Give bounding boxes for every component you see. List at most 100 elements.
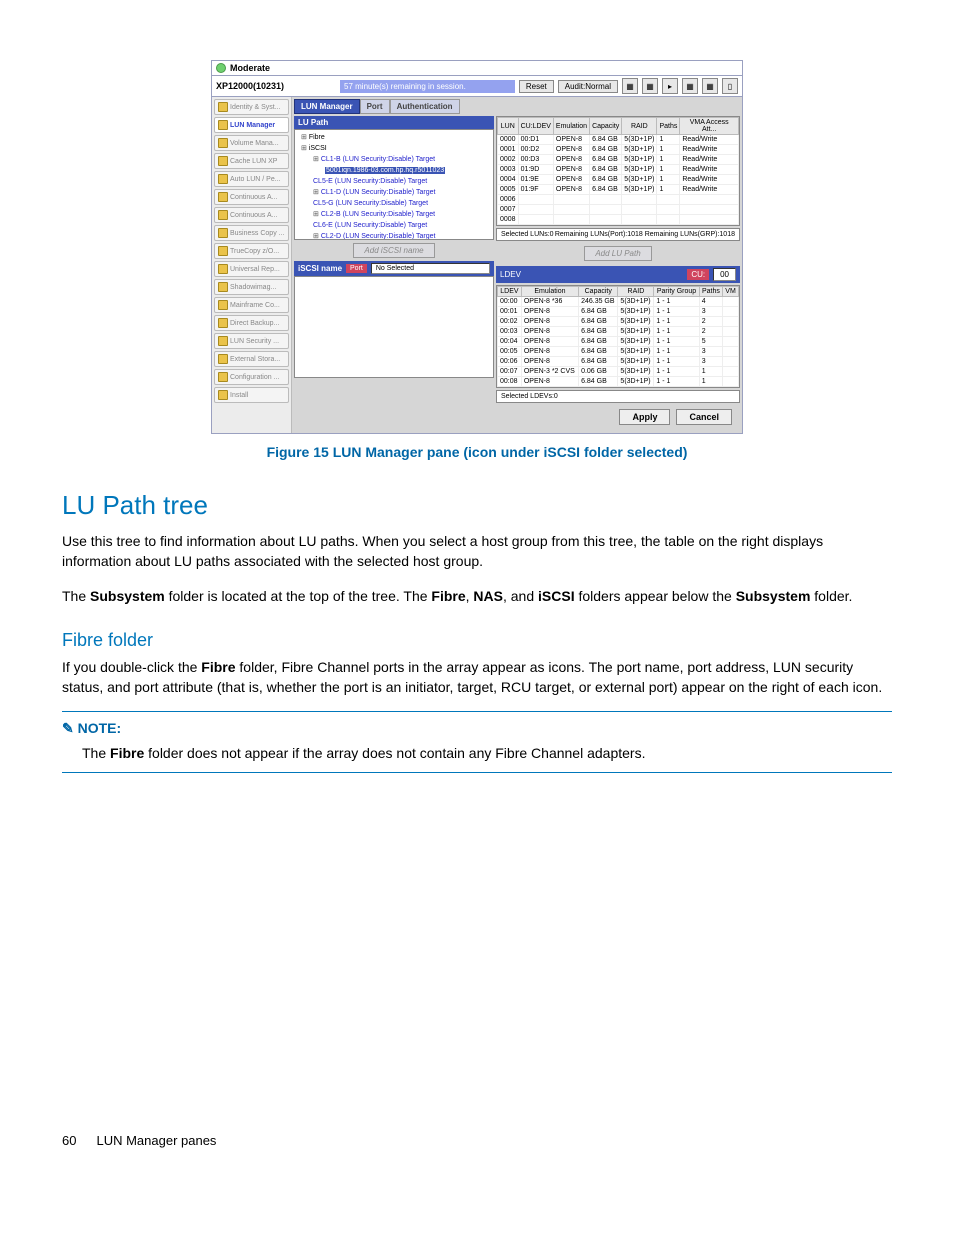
tree-item[interactable]: ⊞ CL2-D (LUN Security:Disable) Target <box>297 231 491 240</box>
nav-item-0[interactable]: Identity & Syst... <box>214 99 289 115</box>
nav-item-4[interactable]: Auto LUN / Pe... <box>214 171 289 187</box>
lun-table[interactable]: LUNCU:LDEVEmulationCapacityRAIDPathsVMA … <box>496 116 740 226</box>
ldev-table[interactable]: LDEVEmulationCapacityRAIDParity GroupPat… <box>496 285 740 388</box>
nav-item-13[interactable]: LUN Security ... <box>214 333 289 349</box>
table-row[interactable]: 0008 <box>498 215 739 225</box>
add-iscsi-name-button[interactable]: Add iSCSI name <box>353 243 434 258</box>
tab-lun-manager[interactable]: LUN Manager <box>294 99 360 114</box>
nav-item-8[interactable]: TrueCopy z/O... <box>214 243 289 259</box>
tool-icon-6[interactable]: ▯ <box>722 78 738 94</box>
nav-label: Continuous A... <box>230 194 277 201</box>
table-row[interactable]: 0006 <box>498 195 739 205</box>
nav-item-6[interactable]: Continuous A... <box>214 207 289 223</box>
col-header[interactable]: Capacity <box>590 118 622 135</box>
col-header[interactable]: VM <box>723 287 739 297</box>
col-header[interactable]: LUN <box>498 118 519 135</box>
col-header[interactable]: Emulation <box>521 287 578 297</box>
nav-icon <box>218 390 228 400</box>
tree-item[interactable]: 5001iqn.1986-03.com.hp.hq.r5011023 <box>297 165 491 176</box>
table-row[interactable]: 00:00OPEN-8 *36246.35 GB5(3D+1P)1 - 14 <box>498 297 739 307</box>
cu-select[interactable]: 00 <box>713 268 736 281</box>
paragraph-3: If you double-click the Fibre folder, Fi… <box>62 657 892 698</box>
lu-path-tree[interactable]: ⊞ Fibre⊞ iSCSI⊞ CL1-B (LUN Security:Disa… <box>294 129 494 240</box>
tree-item[interactable]: ⊞ iSCSI <box>297 143 491 154</box>
tree-item[interactable]: ⊞ CL1-B (LUN Security:Disable) Target <box>297 154 491 165</box>
col-header[interactable]: LDEV <box>498 287 522 297</box>
nav-item-12[interactable]: Direct Backup... <box>214 315 289 331</box>
nav-item-11[interactable]: Mainframe Co... <box>214 297 289 313</box>
col-header[interactable]: RAID <box>622 118 657 135</box>
nav-item-1[interactable]: LUN Manager <box>214 117 289 133</box>
tool-icon-5[interactable]: ▦ <box>702 78 718 94</box>
tree-item[interactable]: CL5-E (LUN Security:Disable) Target <box>297 176 491 187</box>
nav-label: Configuration ... <box>230 374 279 381</box>
cancel-button[interactable]: Cancel <box>676 409 732 425</box>
nav-item-16[interactable]: Install <box>214 387 289 403</box>
table-row[interactable]: 000301:9DOPEN-86.84 GB5(3D+1P)1Read/Writ… <box>498 165 739 175</box>
table-row[interactable]: 00:04OPEN-86.84 GB5(3D+1P)1 - 15 <box>498 337 739 347</box>
tool-icon-2[interactable]: ▦ <box>642 78 658 94</box>
table-row[interactable]: 000100:D2OPEN-86.84 GB5(3D+1P)1Read/Writ… <box>498 145 739 155</box>
nav-item-15[interactable]: Configuration ... <box>214 369 289 385</box>
nav-icon <box>218 120 228 130</box>
table-row[interactable]: 00:03OPEN-86.84 GB5(3D+1P)1 - 12 <box>498 327 739 337</box>
tree-item[interactable]: ⊞ CL1-D (LUN Security:Disable) Target <box>297 187 491 198</box>
nav-item-14[interactable]: External Stora... <box>214 351 289 367</box>
tree-item[interactable]: ⊞ CL2-B (LUN Security:Disable) Target <box>297 209 491 220</box>
ldev-header-bar: LDEV CU: 00 <box>496 266 740 283</box>
nav-label: Continuous A... <box>230 212 277 219</box>
col-header[interactable]: Paths <box>657 118 680 135</box>
reset-button[interactable]: Reset <box>519 80 554 93</box>
header-bar: XP12000(10231) 57 minute(s) remaining in… <box>212 76 742 97</box>
tab-port[interactable]: Port <box>360 99 390 114</box>
table-row[interactable]: 000401:9EOPEN-86.84 GB5(3D+1P)1Read/Writ… <box>498 175 739 185</box>
col-header[interactable]: CU:LDEV <box>518 118 553 135</box>
table-row[interactable]: 00:02OPEN-86.84 GB5(3D+1P)1 - 12 <box>498 317 739 327</box>
col-header[interactable]: Emulation <box>553 118 589 135</box>
col-header[interactable]: VMA Access Att... <box>680 118 739 135</box>
table-row[interactable]: 00:01OPEN-86.84 GB5(3D+1P)1 - 13 <box>498 307 739 317</box>
tool-icon-1[interactable]: ▦ <box>622 78 638 94</box>
remaining-luns: Remaining LUNs(Port):1018 Remaining LUNs… <box>555 231 735 238</box>
col-header[interactable]: Parity Group <box>654 287 699 297</box>
tool-icon-4[interactable]: ▦ <box>682 78 698 94</box>
tree-item[interactable]: CL5-G (LUN Security:Disable) Target <box>297 198 491 209</box>
nav-item-5[interactable]: Continuous A... <box>214 189 289 205</box>
nav-label: Volume Mana... <box>230 140 279 147</box>
nav-label: Auto LUN / Pe... <box>230 176 281 183</box>
nav-label: Direct Backup... <box>230 320 279 327</box>
apply-cancel-bar: Apply Cancel <box>294 403 740 431</box>
col-header[interactable]: Capacity <box>579 287 618 297</box>
table-row[interactable]: 00:06OPEN-86.84 GB5(3D+1P)1 - 13 <box>498 357 739 367</box>
nav-item-2[interactable]: Volume Mana... <box>214 135 289 151</box>
apply-button[interactable]: Apply <box>619 409 670 425</box>
tree-item[interactable]: ⊞ Fibre <box>297 132 491 143</box>
nav-icon <box>218 318 228 328</box>
subsystem-name: XP12000(10231) <box>216 81 336 91</box>
col-header[interactable]: RAID <box>618 287 654 297</box>
nav-icon <box>218 336 228 346</box>
tab-authentication[interactable]: Authentication <box>390 99 460 114</box>
nav-item-10[interactable]: Shadowimag... <box>214 279 289 295</box>
table-row[interactable]: 000501:9FOPEN-86.84 GB5(3D+1P)1Read/Writ… <box>498 185 739 195</box>
nav-item-7[interactable]: Business Copy ... <box>214 225 289 241</box>
nav-icon <box>218 372 228 382</box>
iscsi-name-list[interactable] <box>294 276 494 378</box>
table-row[interactable]: 00:05OPEN-86.84 GB5(3D+1P)1 - 13 <box>498 347 739 357</box>
port-select[interactable]: No Selected <box>371 263 490 274</box>
table-row[interactable]: 000200:D3OPEN-86.84 GB5(3D+1P)1Read/Writ… <box>498 155 739 165</box>
table-row[interactable]: 00:08OPEN-86.84 GB5(3D+1P)1 - 11 <box>498 377 739 387</box>
tree-item[interactable]: CL6-E (LUN Security:Disable) Target <box>297 220 491 231</box>
col-header[interactable]: Paths <box>699 287 722 297</box>
table-row[interactable]: 000000:D1OPEN-86.84 GB5(3D+1P)1Read/Writ… <box>498 135 739 145</box>
nav-label: External Stora... <box>230 356 280 363</box>
nav-item-9[interactable]: Universal Rep... <box>214 261 289 277</box>
status-led-icon <box>216 63 226 73</box>
nav-icon <box>218 300 228 310</box>
table-row[interactable]: 0007 <box>498 205 739 215</box>
tool-icon-3[interactable]: ▸ <box>662 78 678 94</box>
nav-item-3[interactable]: Cache LUN XP <box>214 153 289 169</box>
nav-icon <box>218 174 228 184</box>
table-row[interactable]: 00:07OPEN-3 *2 CVS0.06 GB5(3D+1P)1 - 11 <box>498 367 739 377</box>
add-lu-path-button[interactable]: Add LU Path <box>584 246 651 261</box>
